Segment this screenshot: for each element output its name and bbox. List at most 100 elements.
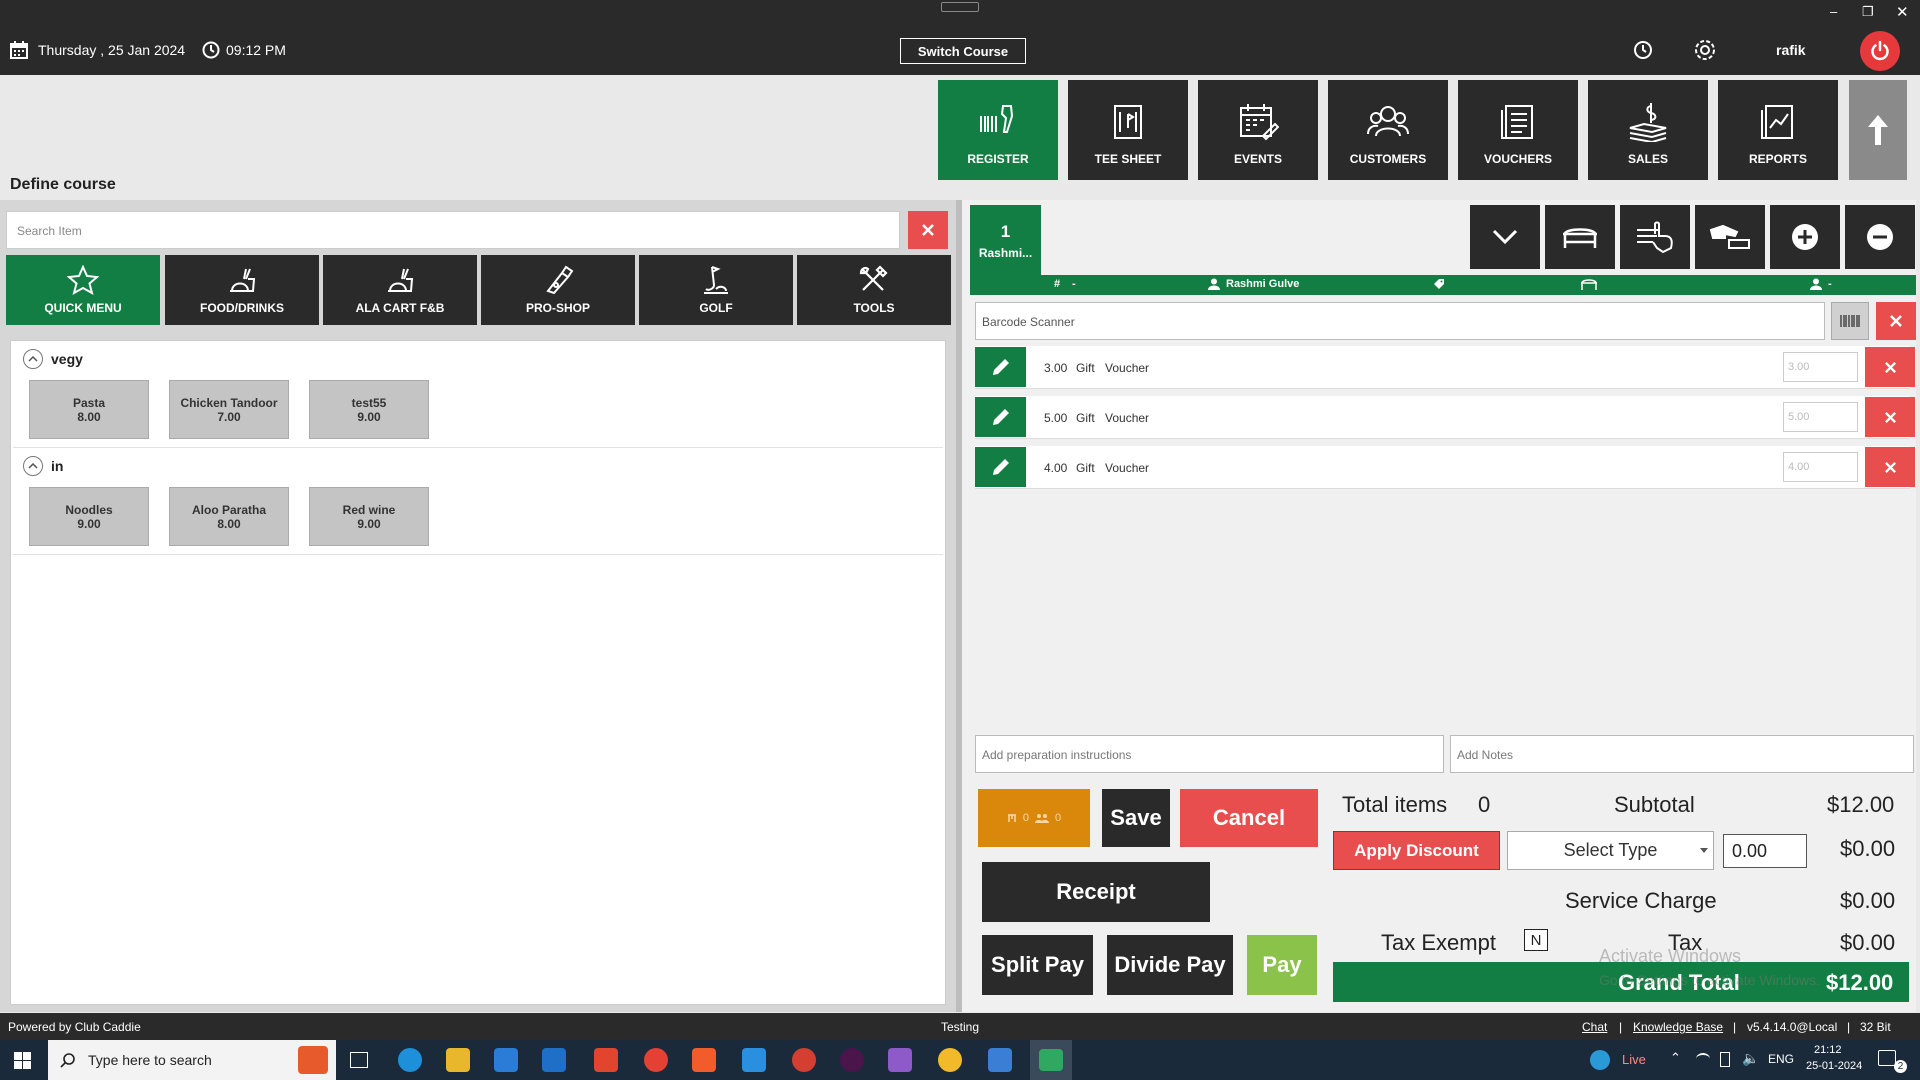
remove-row-button[interactable] [1865,397,1915,437]
cancel-button[interactable]: Cancel [1180,789,1318,847]
remove-row-button[interactable] [1865,347,1915,387]
close-window-icon[interactable]: ✕ [1896,3,1909,21]
category-ala-cart[interactable]: ALA CART F&B [323,255,477,325]
drag-handle[interactable] [941,2,979,12]
windows-start-icon[interactable] [14,1052,31,1069]
category-pro-shop[interactable]: PRO-SHOP [481,255,635,325]
history-icon[interactable] [1632,39,1654,61]
search-input[interactable]: Search Item [6,211,900,249]
brave-icon[interactable] [692,1048,716,1072]
wps-icon[interactable] [594,1048,618,1072]
menu-item[interactable]: Noodles 9.00 [29,487,149,546]
save-button[interactable]: Save [1102,789,1170,847]
group-header[interactable]: vegy [23,349,83,369]
file-explorer-icon[interactable] [446,1048,470,1072]
pay-button[interactable]: Pay [1247,935,1317,995]
receipt-button[interactable]: Receipt [982,862,1210,922]
clear-search-button[interactable] [908,211,948,249]
gear-icon[interactable] [1692,37,1718,63]
language-indicator[interactable]: ENG [1768,1052,1794,1066]
split-pay-button[interactable]: Split Pay [982,935,1093,995]
nav-register[interactable]: REGISTER [938,80,1058,180]
chrome-icon[interactable] [644,1048,668,1072]
chrome-alt-icon[interactable] [938,1048,962,1072]
customer-tab[interactable]: 1 Rashmi... [970,205,1041,276]
collapse-icon[interactable] [23,349,43,369]
divide-pay-button[interactable]: Divide Pay [1107,935,1233,995]
weather-icon[interactable] [1590,1050,1610,1070]
row-amount-input[interactable]: 3.00 [1783,352,1858,382]
apply-discount-button[interactable]: Apply Discount [1333,831,1500,870]
chat-link[interactable]: Chat [1582,1020,1607,1034]
row-amount-input[interactable]: 4.00 [1783,452,1858,482]
dropdown-button[interactable] [1470,205,1540,269]
tax-exempt-toggle[interactable]: N [1524,929,1548,951]
power-button[interactable] [1860,31,1900,71]
store-icon[interactable] [494,1048,518,1072]
app-icon[interactable] [988,1048,1012,1072]
network-icon[interactable] [1696,1053,1710,1065]
order-row[interactable]: 3.00 Gift Voucher 3.00 [975,346,1915,389]
menu-item[interactable]: Chicken Tandoor 7.00 [169,380,289,439]
remove-button[interactable] [1845,205,1915,269]
restore-icon[interactable]: ❐ [1862,4,1874,20]
visual-studio-icon[interactable] [888,1048,912,1072]
menu-item[interactable]: Red wine 9.00 [309,487,429,546]
discount-amount-input[interactable]: 0.00 [1723,834,1807,868]
discount-type-select[interactable]: Select Type [1507,831,1714,870]
nav-customers[interactable]: CUSTOMERS [1328,80,1448,180]
add-button[interactable] [1770,205,1840,269]
category-quick-menu[interactable]: QUICK MENU [6,255,160,325]
preparation-instructions-input[interactable]: Add preparation instructions [975,735,1444,773]
collapse-icon[interactable] [23,456,43,476]
live-badge[interactable]: Live [1622,1052,1646,1067]
nav-sales[interactable]: SALES [1588,80,1708,180]
transfer-button[interactable] [1620,205,1690,269]
edit-button[interactable] [975,347,1026,387]
taskbar-time[interactable]: 21:12 [1814,1044,1842,1056]
clear-barcode-button[interactable] [1876,302,1916,340]
scroll-up-button[interactable] [1849,80,1907,180]
minimize-icon[interactable]: – [1830,4,1837,19]
tray-chevron-icon[interactable]: ⌃ [1670,1050,1681,1066]
task-view-icon[interactable] [350,1052,368,1068]
battery-icon[interactable] [1720,1052,1730,1067]
username[interactable]: rafik [1776,42,1806,58]
nav-events[interactable]: EVENTS [1198,80,1318,180]
row-amount-input[interactable]: 5.00 [1783,402,1858,432]
switch-course-button[interactable]: Switch Course [900,38,1026,64]
group-header[interactable]: in [23,456,63,476]
total-items-label: Total items [1342,792,1448,817]
notes-input[interactable]: Add Notes [1450,735,1914,773]
table-counter[interactable]: 0 0 [978,789,1090,847]
chrome-profile-icon[interactable] [792,1048,816,1072]
category-food-drinks[interactable]: FOOD/DRINKS [165,255,319,325]
category-tools[interactable]: TOOLS [797,255,951,325]
order-row[interactable]: 5.00 Gift Voucher 5.00 [975,396,1915,439]
slack-icon[interactable] [840,1048,864,1072]
category-golf[interactable]: GOLF [639,255,793,325]
edge-icon[interactable] [398,1048,422,1072]
taskbar-search[interactable]: Type here to search [48,1040,336,1080]
nav-tee-sheet[interactable]: TEE SHEET [1068,80,1188,180]
volume-icon[interactable]: 🔈 [1742,1050,1759,1067]
vscode-icon[interactable] [742,1048,766,1072]
active-app-highlight[interactable] [1030,1040,1072,1080]
order-row[interactable]: 4.00 Gift Voucher 4.00 [975,446,1915,489]
remove-row-button[interactable] [1865,447,1915,487]
barcode-input[interactable]: Barcode Scanner [975,302,1825,340]
mail-icon[interactable] [542,1048,566,1072]
nav-vouchers[interactable]: VOUCHERS [1458,80,1578,180]
taskbar-date[interactable]: 25-01-2024 [1806,1060,1862,1072]
edit-button[interactable] [975,397,1026,437]
knowledge-base-link[interactable]: Knowledge Base [1633,1020,1723,1034]
barcode-scan-button[interactable] [1831,302,1869,340]
cart-button[interactable] [1545,205,1615,269]
pencil-icon [990,356,1012,378]
nav-reports[interactable]: REPORTS [1718,80,1838,180]
edit-button[interactable] [975,447,1026,487]
menu-item[interactable]: Aloo Paratha 8.00 [169,487,289,546]
menu-item[interactable]: Pasta 8.00 [29,380,149,439]
handover-button[interactable] [1695,205,1765,269]
menu-item[interactable]: test55 9.00 [309,380,429,439]
